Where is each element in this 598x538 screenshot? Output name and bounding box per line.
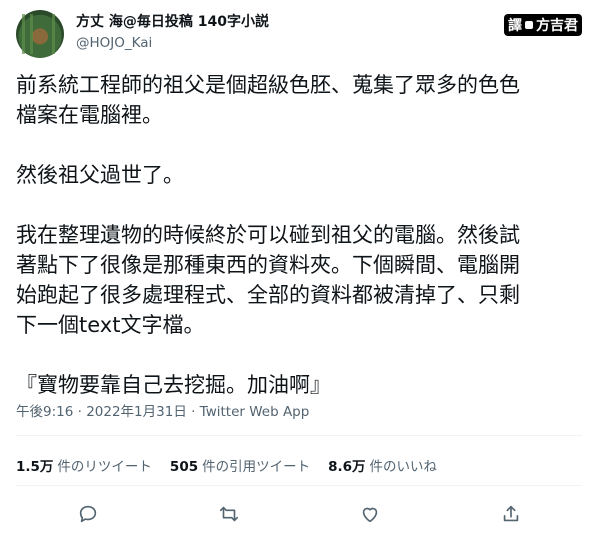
like-button[interactable] [356, 500, 384, 528]
quote-tweet-count[interactable]: 505 件の引用ツイート [170, 455, 310, 475]
author-display-name[interactable]: 方丈 海@毎日投稿 140字小説 [76, 13, 269, 31]
avatar[interactable] [16, 10, 64, 58]
author-handle[interactable]: @HOJO_Kai [76, 34, 269, 52]
tweet-text: 前系統工程師的祖父是個超級色胚、蒐集了眾多的色色 檔案在電腦裡。 然後祖父過世了… [16, 73, 520, 397]
retweet-count-value: 1.5万 [16, 459, 54, 475]
tweet-actions [0, 500, 598, 528]
like-count-label: 件のいいね [369, 459, 438, 475]
like-count[interactable]: 8.6万 件のいいね [328, 455, 437, 475]
quote-count-value: 505 [169, 459, 199, 475]
divider [16, 435, 582, 436]
divider [16, 485, 582, 486]
tweet-header: 方丈 海@毎日投稿 140字小説 @HOJO_Kai 譯 方吉君 [16, 10, 582, 60]
retweet-icon [219, 506, 239, 522]
like-count-value: 8.6万 [328, 459, 366, 475]
tweet-stats: 1.5万 件のリツイート 505 件の引用ツイート 8.6万 件のいいね [16, 455, 437, 475]
tweet-timestamp[interactable]: 午後9:16 · 2022年1月31日 · Twitter Web App [16, 400, 309, 420]
retweet-button[interactable] [215, 500, 243, 528]
translator-badge: 譯 方吉君 [504, 14, 582, 36]
retweet-count-label: 件のリツイート [57, 459, 152, 475]
quote-count-label: 件の引用ツイート [202, 459, 311, 475]
like-icon [362, 507, 378, 523]
author-info: 方丈 海@毎日投稿 140字小説 @HOJO_Kai [76, 13, 269, 52]
badge-translator-name: 方吉君 [536, 18, 578, 34]
reply-button[interactable] [74, 500, 102, 528]
badge-separator-icon [525, 21, 533, 29]
share-icon [503, 505, 519, 522]
retweet-count[interactable]: 1.5万 件のリツイート [16, 455, 152, 475]
reply-icon [79, 505, 97, 523]
badge-translate-label: 譯 [508, 18, 522, 34]
share-button[interactable] [497, 500, 525, 528]
